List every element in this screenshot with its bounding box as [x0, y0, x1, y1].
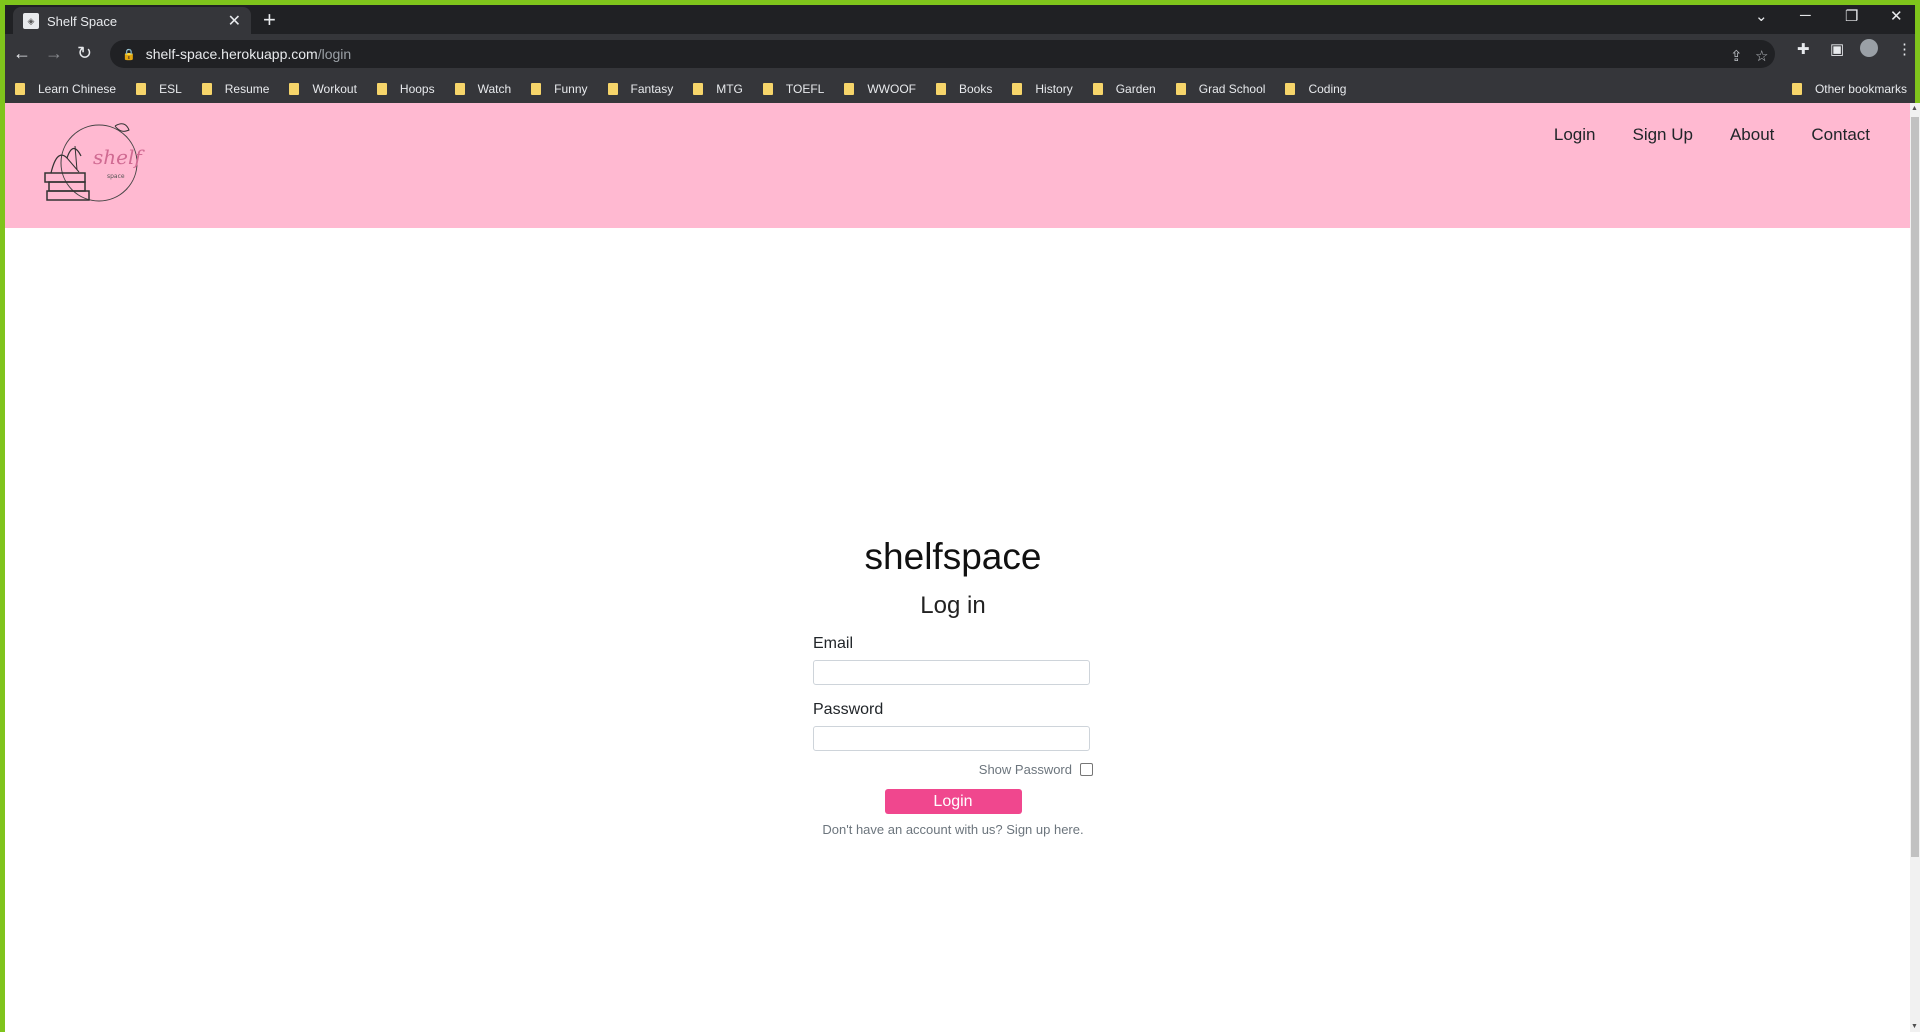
folder-icon	[936, 82, 946, 95]
menu-kebab-icon[interactable]: ⋮	[1897, 40, 1912, 58]
bookmark-folder[interactable]: Learn Chinese	[15, 82, 116, 96]
folder-icon	[201, 82, 212, 95]
email-field[interactable]	[813, 660, 1090, 685]
folder-icon	[1175, 82, 1186, 95]
tab-title: Shelf Space	[47, 13, 118, 29]
bookmarks-bar: Learn Chinese ESL Resume Workout Hoops W…	[5, 74, 1915, 103]
login-heading: Log in	[920, 592, 986, 619]
bookmark-folder[interactable]: Coding	[1285, 82, 1346, 96]
nav-sign-up[interactable]: Sign Up	[1632, 125, 1692, 145]
profile-avatar[interactable]	[1860, 39, 1878, 57]
shelf-space-logo[interactable]: shelf space	[37, 118, 147, 213]
forward-icon[interactable]: →	[45, 43, 63, 64]
share-icon[interactable]: ⇪	[1730, 47, 1743, 65]
lock-icon: 🔒	[122, 48, 136, 61]
bookmark-folder[interactable]: Resume	[201, 82, 269, 96]
folder-icon	[1012, 82, 1023, 95]
site-favicon-icon: ◈	[23, 13, 39, 29]
folder-icon	[844, 82, 855, 95]
bookmark-folder[interactable]: Books	[936, 82, 992, 96]
folder-icon	[607, 82, 618, 95]
bookmark-folder[interactable]: History	[1012, 82, 1073, 96]
password-field[interactable]	[813, 726, 1090, 751]
site-nav: Login Sign Up About Contact	[1517, 125, 1870, 145]
url-domain: shelf-space.herokuapp.com	[145, 46, 318, 62]
nav-login[interactable]: Login	[1554, 125, 1596, 145]
folder-icon	[1092, 82, 1103, 95]
bookmark-folder[interactable]: WWOOF	[844, 82, 916, 96]
folder-icon	[136, 82, 147, 95]
show-password-checkbox[interactable]	[1080, 763, 1093, 776]
show-password-row: Show Password	[813, 762, 1093, 777]
tab-strip: ◈ Shelf Space ✕ + ⌄ ─ ❐ ✕	[5, 5, 1915, 35]
bookmark-folder[interactable]: Hoops	[376, 82, 435, 96]
address-bar[interactable]: 🔒 shelf-space.herokuapp.com/login ⇪ ☆	[110, 40, 1775, 68]
bookmark-star-icon[interactable]: ☆	[1755, 47, 1768, 65]
signup-link[interactable]: Don't have an account with us? Sign up h…	[793, 822, 1113, 837]
folder-icon	[762, 82, 773, 95]
bookmark-folder[interactable]: Garden	[1092, 82, 1156, 96]
folder-icon	[531, 82, 542, 95]
scroll-up-icon[interactable]: ▲	[1911, 105, 1918, 112]
tab-search-icon[interactable]: ⌄	[1755, 7, 1768, 25]
password-label: Password	[813, 701, 884, 718]
bookmark-folder[interactable]: Fantasy	[607, 82, 673, 96]
browser-tab[interactable]: ◈ Shelf Space ✕	[13, 7, 251, 35]
login-form: shelfspace Log in Email Password Show Pa…	[813, 536, 1093, 837]
brand-title: shelfspace	[864, 536, 1042, 577]
bookmark-folder[interactable]: TOEFL	[762, 82, 824, 96]
back-icon[interactable]: ←	[13, 43, 31, 64]
folder-icon	[15, 82, 25, 95]
folder-icon	[454, 82, 465, 95]
scroll-down-icon[interactable]: ▼	[1911, 1023, 1918, 1030]
page-viewport: shelf space Login Sign Up About Contact …	[5, 103, 1910, 1032]
nav-about[interactable]: About	[1730, 125, 1774, 145]
nav-contact[interactable]: Contact	[1811, 125, 1870, 145]
bookmark-folder[interactable]: Workout	[289, 82, 357, 96]
bookmark-folder[interactable]: Funny	[531, 82, 588, 96]
bookmark-folder[interactable]: ESL	[136, 82, 182, 96]
folder-icon	[289, 82, 300, 95]
browser-chrome: ◈ Shelf Space ✕ + ⌄ ─ ❐ ✕ ← → ↻ 🔒 shelf-…	[5, 5, 1915, 103]
scrollbar-thumb[interactable]	[1911, 117, 1919, 857]
extensions-icon[interactable]: ✚	[1797, 40, 1810, 58]
close-window-icon[interactable]: ✕	[1890, 7, 1903, 25]
bookmark-folder[interactable]: MTG	[693, 82, 743, 96]
restore-icon[interactable]: ❐	[1845, 7, 1858, 25]
minimize-icon[interactable]: ─	[1800, 7, 1811, 24]
logo-subtext: space	[107, 173, 125, 180]
reload-icon[interactable]: ↻	[77, 43, 92, 64]
folder-icon	[1791, 82, 1802, 95]
folder-icon	[693, 82, 704, 95]
folder-icon	[1285, 82, 1296, 95]
url-path: /login	[317, 46, 352, 62]
logo-text: shelf	[93, 145, 145, 169]
show-password-label: Show Password	[978, 762, 1072, 777]
bookmark-folder[interactable]: Watch	[454, 82, 511, 96]
page-scrollbar[interactable]: ▲ ▼	[1910, 103, 1920, 1032]
bookmark-folder[interactable]: Grad School	[1175, 82, 1265, 96]
other-bookmarks[interactable]: Other bookmarks	[1791, 74, 1907, 103]
browser-toolbar: ← → ↻ 🔒 shelf-space.herokuapp.com/login …	[5, 34, 1915, 74]
login-button[interactable]: Login	[884, 789, 1022, 814]
email-label: Email	[813, 635, 854, 652]
side-panel-icon[interactable]: ▣	[1830, 40, 1844, 58]
new-tab-icon[interactable]: +	[263, 8, 276, 32]
folder-icon	[376, 82, 387, 95]
close-tab-icon[interactable]: ✕	[228, 11, 241, 31]
site-header: shelf space Login Sign Up About Contact	[5, 103, 1910, 228]
